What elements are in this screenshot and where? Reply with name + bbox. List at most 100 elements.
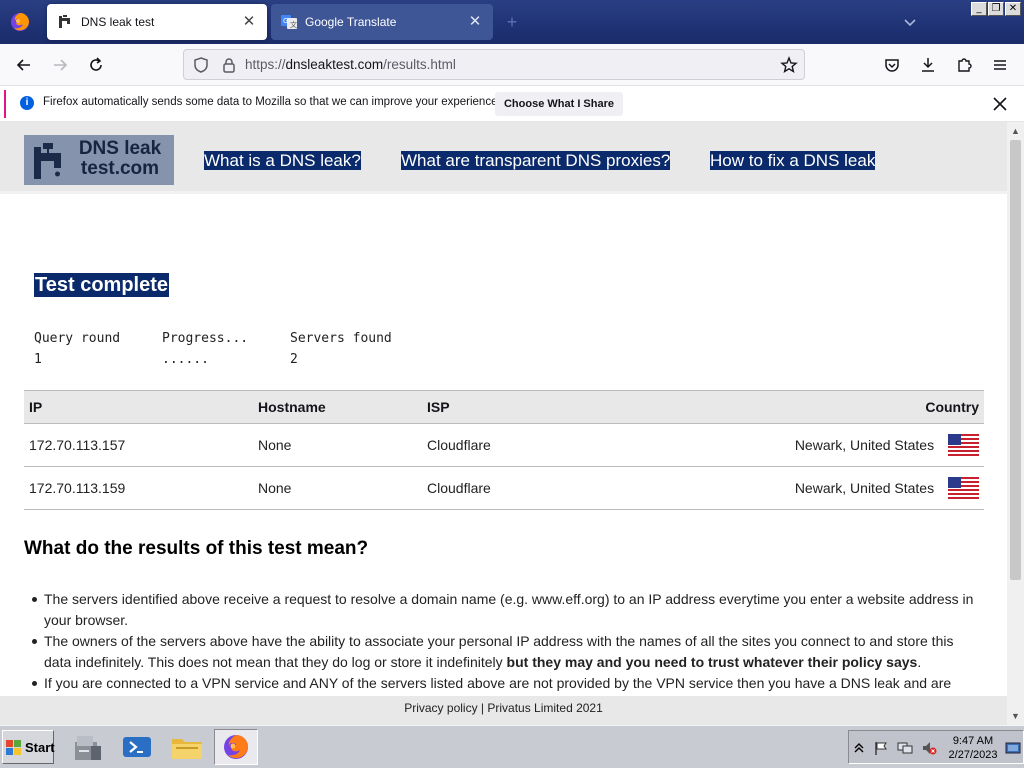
window-close-button[interactable]: ✕	[1005, 2, 1021, 16]
country-cell: Newark, United States	[642, 466, 984, 510]
window-restore-button[interactable]: ❐	[988, 2, 1004, 16]
extensions-puzzle-icon[interactable]	[952, 53, 976, 77]
page-viewport: DNS leak test.com What is a DNS leak? Wh…	[0, 122, 1007, 696]
list-item-bold-text: but they may and you need to trust whate…	[506, 654, 918, 670]
url-text[interactable]: https://dnsleaktest.com/results.html	[245, 57, 456, 72]
table-header-row: IP Hostname ISP Country	[24, 390, 984, 424]
data-collection-notification-bar: i Firefox automatically sends some data …	[0, 86, 1024, 122]
isp-cell: Cloudflare	[422, 423, 642, 467]
results-explanation-list: The servers identified above receive a r…	[32, 589, 979, 694]
list-item-text: The servers identified above receive a r…	[44, 591, 974, 628]
nav-link-fix-dns-leak[interactable]: How to fix a DNS leak	[710, 151, 876, 170]
taskbar-clock[interactable]: 9:47 AM 2/27/2023	[943, 734, 1003, 762]
network-icon[interactable]	[897, 740, 913, 756]
country-text: Newark, United States	[794, 480, 935, 496]
list-item-text: If you are connected to a VPN service an…	[44, 675, 952, 691]
notification-accent-stripe	[4, 90, 6, 118]
powershell-icon[interactable]	[115, 729, 159, 765]
stat-label: Query round	[34, 331, 121, 346]
country-cell: Newark, United States	[642, 423, 984, 467]
test-status-heading: Test complete	[34, 273, 169, 297]
footer-separator: |	[477, 701, 488, 715]
faucet-logo-icon	[30, 141, 66, 181]
tab-google-translate[interactable]: G文 Google Translate ✕	[271, 4, 493, 40]
scroll-up-arrow-icon[interactable]: ▲	[1007, 124, 1024, 138]
padlock-icon[interactable]	[220, 56, 238, 74]
speaker-muted-icon[interactable]	[921, 740, 937, 756]
url-bar[interactable]: https://dnsleaktest.com/results.html	[183, 49, 805, 80]
close-notification-icon[interactable]	[990, 94, 1010, 114]
privacy-policy-link[interactable]: Privacy policy	[404, 701, 477, 715]
firefox-menu-icon[interactable]	[8, 10, 32, 34]
start-label: Start	[25, 739, 55, 755]
windows-taskbar: Start 9:47 AM 2/27/2023	[0, 725, 1024, 768]
ip-cell: 172.70.113.157	[24, 423, 253, 467]
firefox-taskbar-icon[interactable]	[214, 729, 258, 765]
forward-arrow-icon[interactable]	[48, 53, 72, 77]
stat-value: 1	[34, 352, 42, 367]
column-header-ip: IP	[24, 390, 253, 424]
column-header-isp: ISP	[422, 390, 642, 424]
url-host: dnsleaktest.com	[285, 57, 384, 72]
back-arrow-icon[interactable]	[12, 53, 36, 77]
new-tab-plus-icon[interactable]: +	[502, 12, 522, 32]
scroll-down-arrow-icon[interactable]: ▼	[1007, 709, 1024, 723]
list-all-tabs-chevron-icon[interactable]	[901, 13, 919, 31]
nav-link-transparent-dns-proxies[interactable]: What are transparent DNS proxies?	[401, 151, 671, 170]
svg-text:G: G	[283, 17, 288, 25]
list-item: The owners of the servers above have the…	[32, 631, 979, 673]
scrollbar-thumb[interactable]	[1010, 140, 1021, 580]
file-explorer-folder-icon[interactable]	[165, 729, 209, 765]
site-header: DNS leak test.com What is a DNS leak? Wh…	[0, 122, 1007, 194]
url-scheme: https://	[245, 57, 286, 72]
list-item-tail: .	[917, 654, 922, 670]
dns-servers-table: IP Hostname ISP Country 172.70.113.157 N…	[24, 390, 984, 510]
start-button[interactable]: Start	[2, 730, 55, 764]
table-row: 172.70.113.157 None Cloudflare Newark, U…	[24, 423, 984, 467]
close-tab-icon[interactable]: ✕	[241, 14, 257, 30]
navigation-toolbar: https://dnsleaktest.com/results.html	[0, 44, 1024, 86]
faucet-favicon-icon	[57, 14, 73, 30]
column-header-hostname: Hostname	[253, 390, 422, 424]
hamburger-menu-icon[interactable]	[988, 53, 1012, 77]
us-flag-icon	[948, 477, 979, 499]
google-translate-favicon-icon: G文	[281, 14, 297, 30]
footer-copyright: Privatus Limited 2021	[487, 701, 603, 715]
stat-value: 2	[290, 352, 298, 367]
page-scrollbar[interactable]: ▲ ▼	[1007, 122, 1024, 725]
notification-message: Firefox automatically sends some data to…	[43, 96, 501, 108]
ip-cell: 172.70.113.159	[24, 466, 253, 510]
country-text: Newark, United States	[794, 437, 935, 453]
nav-link-what-is-dns-leak[interactable]: What is a DNS leak?	[204, 151, 361, 170]
reload-icon[interactable]	[84, 53, 108, 77]
stat-value: ......	[162, 352, 209, 367]
pocket-icon[interactable]	[880, 53, 904, 77]
close-tab-icon[interactable]: ✕	[467, 14, 483, 30]
tab-title: DNS leak test	[81, 15, 155, 29]
info-icon: i	[20, 96, 34, 110]
tracking-protection-shield-icon[interactable]	[192, 56, 210, 74]
choose-what-i-share-button[interactable]: Choose What I Share	[495, 92, 623, 116]
tab-dns-leak-test[interactable]: DNS leak test ✕	[47, 4, 267, 40]
table-row: 172.70.113.159 None Cloudflare Newark, U…	[24, 466, 984, 510]
show-desktop-icon[interactable]	[1005, 740, 1021, 756]
svg-text:文: 文	[290, 20, 297, 29]
window-minimize-button[interactable]: _	[971, 2, 987, 16]
bookmark-star-icon[interactable]	[780, 56, 798, 74]
server-manager-icon[interactable]	[66, 729, 110, 765]
tab-title: Google Translate	[305, 15, 397, 29]
downloads-icon[interactable]	[916, 53, 940, 77]
logo-line-1: DNS leak	[78, 138, 162, 159]
show-hidden-icons-chevron-icon[interactable]	[851, 740, 867, 756]
tab-strip: DNS leak test ✕ G文 Google Translate ✕ + …	[0, 0, 1024, 44]
system-tray: 9:47 AM 2/27/2023	[848, 730, 1024, 764]
column-header-country: Country	[642, 390, 984, 424]
site-footer: Privacy policy | Privatus Limited 2021	[0, 696, 1007, 725]
list-item: If you are connected to a VPN service an…	[32, 673, 979, 694]
dnsleaktest-logo[interactable]: DNS leak test.com	[24, 135, 174, 185]
action-center-flag-icon[interactable]	[873, 740, 889, 756]
logo-line-2: test.com	[80, 158, 160, 179]
us-flag-icon	[948, 434, 979, 456]
windows-flag-icon	[6, 739, 22, 755]
servers-found-stat: Servers found 2	[290, 328, 392, 370]
